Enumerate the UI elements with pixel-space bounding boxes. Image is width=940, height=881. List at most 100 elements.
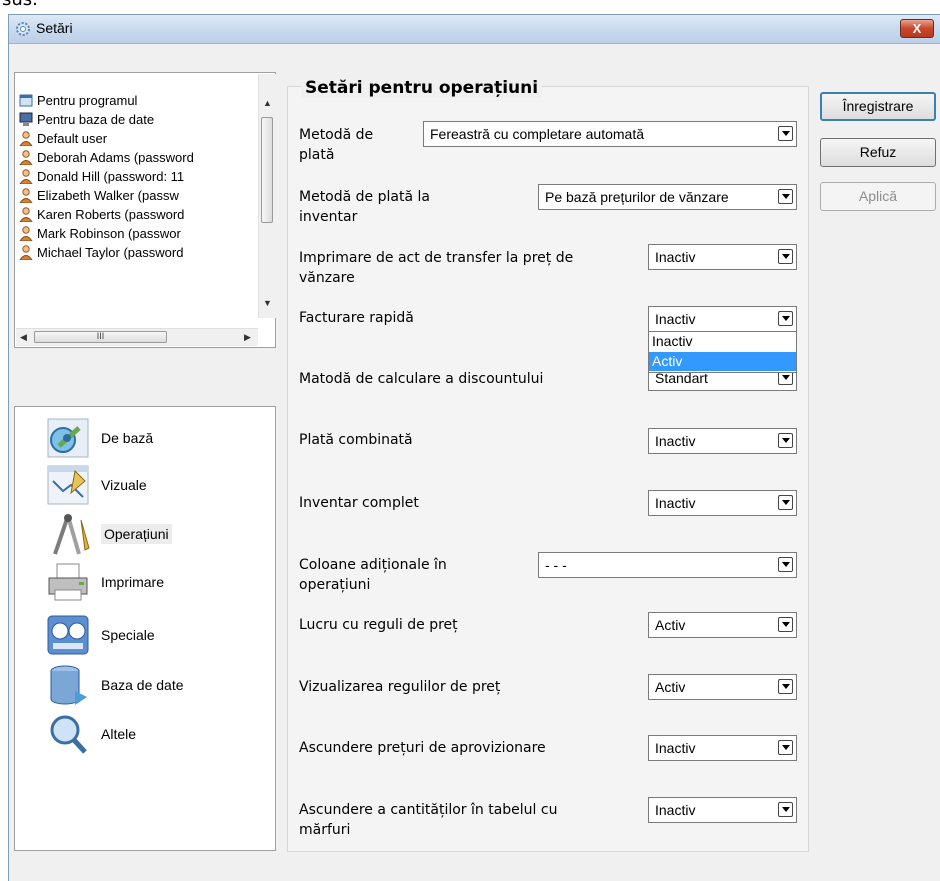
scroll-left-icon[interactable]: ◀ — [20, 332, 27, 343]
category-basic[interactable]: De bază — [45, 413, 153, 463]
user-icon — [19, 150, 33, 165]
list-item-label: Elizabeth Walker (passw — [37, 188, 179, 203]
list-item-label: Deborah Adams (password — [37, 150, 194, 165]
database-icon — [50, 665, 87, 705]
user-icon — [19, 131, 33, 146]
list-item[interactable]: Mark Robinson (passwor — [19, 224, 251, 243]
compass-tools-icon — [53, 514, 90, 555]
list-item[interactable]: Pentru baza de date — [19, 110, 251, 129]
setting-label: Lucru cu reguli de preț — [299, 617, 458, 633]
chevron-down-icon[interactable] — [778, 433, 793, 448]
top-clipped-caption: sus. — [2, 0, 38, 10]
chevron-down-icon[interactable] — [778, 679, 793, 694]
setting-label: Imprimare de act de transfer la preț de v… — [299, 250, 574, 286]
special-gauges-icon — [47, 615, 89, 655]
setting-label: Ascundere a cantităților în tabelul cu mă… — [299, 802, 558, 838]
transfer-act-print-select[interactable]: Inactiv — [648, 244, 797, 270]
save-button[interactable]: Înregistrare — [820, 92, 936, 121]
scroll-down-icon[interactable]: ▼ — [263, 298, 272, 308]
category-other[interactable]: Altele — [45, 709, 136, 759]
category-visual[interactable]: Vizuale — [45, 460, 147, 510]
list-item[interactable]: Michael Taylor (password — [19, 243, 251, 262]
chevron-down-icon[interactable] — [778, 617, 793, 632]
chevron-down-icon[interactable] — [778, 802, 793, 817]
list-item-label: Karen Roberts (password — [37, 207, 185, 222]
magnifier-icon — [50, 715, 87, 754]
visual-chart-icon — [47, 465, 89, 505]
close-button[interactable]: X — [900, 19, 934, 38]
title-bar[interactable]: Setări X — [9, 15, 940, 44]
list-item[interactable]: Elizabeth Walker (passw — [19, 186, 251, 205]
inventory-payment-method-select[interactable]: Pe bază prețurilor de vănzare — [538, 184, 797, 210]
chevron-down-icon[interactable] — [778, 740, 793, 755]
category-label: Baza de date — [101, 677, 184, 693]
users-listbox[interactable]: Pentru programul Pentru baza de date Def… — [14, 72, 276, 348]
user-icon — [19, 245, 33, 260]
list-item[interactable]: Pentru programul — [19, 91, 251, 110]
printer-icon — [48, 563, 88, 601]
setting-label: Matodă de calculare a discountului — [299, 371, 544, 387]
list-vertical-scrollbar[interactable]: ▲ ▼ — [258, 74, 276, 318]
hide-supply-prices-select[interactable]: Inactiv — [648, 735, 797, 761]
horizontal-scroll-thumb[interactable]: III — [34, 331, 167, 343]
database-monitor-icon — [19, 112, 33, 126]
category-label: Vizuale — [101, 477, 147, 493]
list-item-label: Default user — [37, 131, 108, 146]
additional-columns-select[interactable]: - - - — [538, 552, 797, 578]
chevron-down-icon[interactable] — [778, 311, 793, 326]
full-inventory-select[interactable]: Inactiv — [648, 490, 797, 516]
category-label: Speciale — [101, 627, 155, 643]
list-item-label: Donald Hill (password: 11 — [37, 169, 185, 184]
price-rules-view-select[interactable]: Activ — [648, 674, 797, 700]
chevron-down-icon[interactable] — [778, 126, 793, 141]
user-icon — [19, 226, 33, 241]
list-item[interactable]: Karen Roberts (password — [19, 205, 251, 224]
list-item-label: Pentru programul — [37, 93, 138, 108]
apply-button[interactable]: Aplică — [820, 182, 936, 211]
setting-label: Facturare rapidă — [299, 310, 414, 326]
quick-invoicing-dropdown-list[interactable]: Inactiv Activ — [648, 331, 797, 373]
setting-label: Metodă de plată — [299, 127, 374, 163]
chevron-down-icon[interactable] — [778, 189, 793, 204]
vertical-scroll-thumb[interactable] — [261, 117, 273, 223]
user-icon — [19, 169, 33, 184]
list-item-label: Michael Taylor (password — [37, 245, 184, 260]
chevron-down-icon[interactable] — [778, 557, 793, 572]
settings-gear-icon — [16, 22, 30, 36]
user-icon — [19, 207, 33, 222]
list-item-label: Pentru baza de date — [37, 112, 155, 127]
category-operations[interactable]: Operațiuni — [45, 509, 172, 559]
payment-method-select[interactable]: Fereastră cu completare automată — [423, 121, 797, 147]
category-printing[interactable]: Imprimare — [45, 557, 164, 607]
category-special[interactable]: Speciale — [45, 610, 155, 660]
program-icon — [19, 94, 33, 107]
price-rules-select[interactable]: Activ — [648, 612, 797, 638]
list-item[interactable]: Donald Hill (password: 11 — [19, 167, 251, 186]
scroll-up-icon[interactable]: ▲ — [263, 98, 272, 108]
category-panel: De bază Vizuale Operațiuni Imprimare Spe… — [14, 406, 276, 851]
setting-label: Plată combinată — [299, 432, 413, 448]
category-label: Operațiuni — [101, 524, 172, 544]
setting-label: Ascundere prețuri de aprovizionare — [299, 740, 546, 756]
category-database[interactable]: Baza de date — [45, 660, 184, 710]
window-title: Setări — [36, 20, 73, 36]
basic-settings-icon — [47, 418, 89, 458]
category-label: Imprimare — [101, 574, 165, 590]
setting-label: Inventar complet — [299, 495, 419, 511]
cancel-button[interactable]: Refuz — [820, 138, 936, 167]
chevron-down-icon[interactable] — [778, 249, 793, 264]
quick-invoicing-select[interactable]: Inactiv — [648, 306, 797, 332]
setting-label: Vizualizarea regulilor de preț — [299, 679, 501, 695]
category-label: Altele — [101, 726, 137, 742]
hide-quantities-select[interactable]: Inactiv — [648, 797, 797, 823]
combined-payment-select[interactable]: Inactiv — [648, 428, 797, 454]
settings-heading: Setări pentru operațiuni — [301, 78, 543, 98]
list-item[interactable]: Default user — [19, 129, 251, 148]
chevron-down-icon[interactable] — [778, 495, 793, 510]
list-item[interactable]: Deborah Adams (password — [19, 148, 251, 167]
dropdown-option[interactable]: Inactiv — [649, 332, 796, 351]
list-horizontal-scrollbar[interactable]: ◀ III ▶ — [16, 328, 258, 346]
setting-label: Metodă de plată la inventar — [299, 189, 430, 225]
scroll-right-icon[interactable]: ▶ — [244, 332, 251, 343]
dropdown-option-highlighted[interactable]: Activ — [649, 352, 796, 371]
